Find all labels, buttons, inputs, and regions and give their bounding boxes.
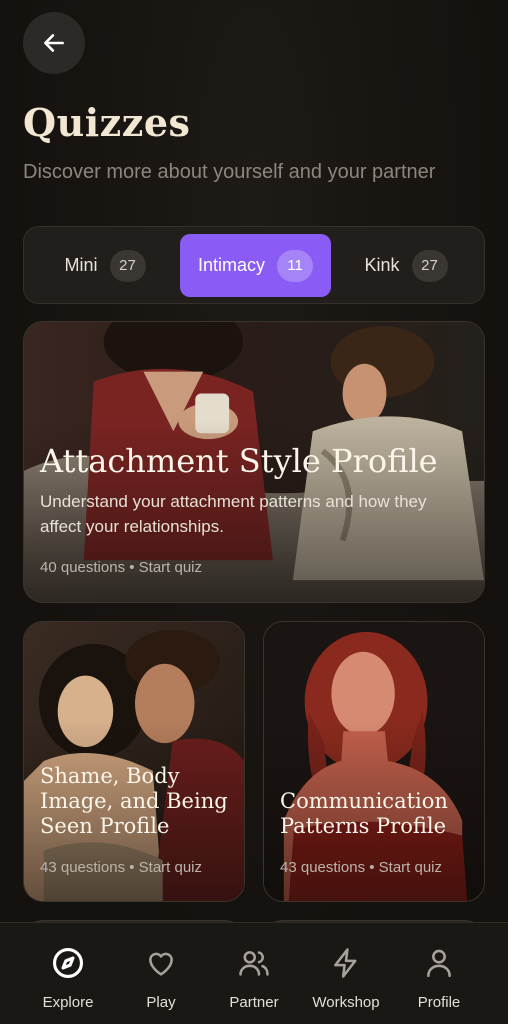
heart-icon bbox=[143, 945, 179, 981]
nav-partner[interactable]: Partner bbox=[208, 923, 300, 1024]
nav-profile[interactable]: Profile bbox=[393, 923, 485, 1024]
quiz-title: Attachment Style Profile bbox=[40, 442, 438, 480]
nav-play[interactable]: Play bbox=[115, 923, 207, 1024]
nav-workshop[interactable]: Workshop bbox=[300, 923, 392, 1024]
tab-count-badge: 11 bbox=[277, 249, 314, 282]
quiz-card-featured[interactable]: Attachment Style Profile Understand your… bbox=[23, 321, 485, 603]
compass-icon bbox=[50, 945, 86, 981]
arrow-left-icon bbox=[44, 34, 64, 52]
quiz-title: Communication Patterns Profile bbox=[280, 789, 448, 838]
tab-intimacy[interactable]: Intimacy 11 bbox=[180, 234, 331, 297]
quiz-title: Shame, Body Image, and Being Seen Profil… bbox=[40, 764, 228, 838]
tab-mini[interactable]: Mini 27 bbox=[31, 234, 179, 297]
tab-label: Mini bbox=[64, 255, 98, 275]
category-tabs: Mini 27 Intimacy 11 Kink 27 bbox=[23, 226, 485, 304]
quiz-card[interactable]: Communication Patterns Profile 43 questi… bbox=[263, 621, 485, 902]
page-subtitle: Discover more about yourself and your pa… bbox=[23, 161, 436, 183]
quiz-meta: 43 questions • Start quiz bbox=[280, 859, 443, 876]
nav-label: Play bbox=[146, 994, 176, 1011]
tab-count-badge: 27 bbox=[411, 249, 448, 282]
page-title: Quizzes bbox=[23, 100, 191, 145]
bottom-navigation: Explore Play Partner Workshop Profile bbox=[0, 922, 508, 1024]
nav-label: Explore bbox=[42, 994, 94, 1011]
user-icon bbox=[421, 945, 457, 981]
back-button[interactable] bbox=[23, 12, 85, 74]
nav-explore[interactable]: Explore bbox=[22, 923, 114, 1024]
nav-label: Profile bbox=[417, 994, 461, 1011]
users-icon bbox=[236, 945, 272, 981]
lightning-icon bbox=[328, 945, 364, 981]
tab-count-badge: 27 bbox=[109, 249, 146, 282]
quiz-meta: 40 questions • Start quiz bbox=[40, 559, 203, 576]
tab-kink[interactable]: Kink 27 bbox=[332, 234, 480, 297]
nav-label: Partner bbox=[229, 994, 279, 1011]
quiz-meta: 43 questions • Start quiz bbox=[40, 859, 203, 876]
quiz-description: Understand your attachment patterns and … bbox=[40, 492, 427, 536]
nav-label: Workshop bbox=[312, 994, 380, 1011]
tab-label: Intimacy bbox=[197, 255, 266, 275]
tab-label: Kink bbox=[364, 255, 400, 275]
quiz-card[interactable]: Shame, Body Image, and Being Seen Profil… bbox=[23, 621, 245, 902]
